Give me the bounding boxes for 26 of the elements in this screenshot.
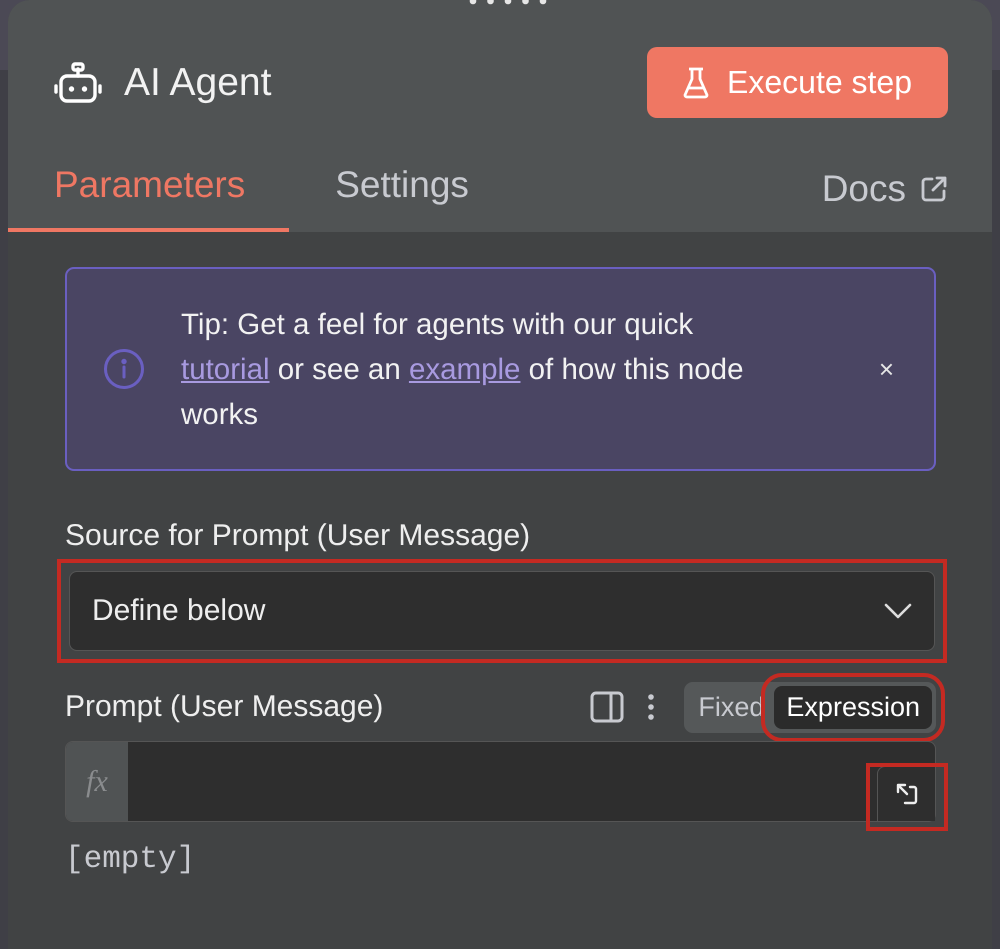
- tip-text: Tip: Get a feel for agents with our quick tutorial or see an example of how this node works: [181, 306, 744, 432]
- info-icon: [103, 348, 145, 390]
- close-button[interactable]: ×: [878, 354, 894, 384]
- docs-link[interactable]: Docs: [822, 168, 948, 232]
- tab[interactable]: Settings: [289, 164, 513, 232]
- chevron-down-icon: [884, 603, 912, 619]
- field-label: Source for Prompt (User Message): [65, 519, 532, 553]
- field-label: Prompt (User Message): [65, 690, 384, 724]
- example-link[interactable]: example: [408, 352, 520, 386]
- side-panel-icon[interactable]: [590, 691, 624, 723]
- prompt-input[interactable]: fx: [65, 741, 936, 822]
- execute-step-button[interactable]: Execute step: [647, 47, 948, 118]
- expression-prefix: fx: [66, 742, 128, 821]
- expand-button[interactable]: [877, 766, 935, 821]
- panel-title: AI Agent: [124, 60, 272, 104]
- external-link-icon: [920, 175, 948, 203]
- flask-icon: [683, 66, 709, 98]
- mode-option[interactable]: Expression: [774, 686, 932, 728]
- source-dropdown[interactable]: Define below: [69, 571, 935, 651]
- tab[interactable]: Parameters: [8, 164, 290, 232]
- expand-icon: [896, 783, 918, 805]
- tutorial-link[interactable]: tutorial: [181, 352, 270, 386]
- dropdown-value: Define below: [92, 594, 266, 628]
- robot-icon: [54, 62, 102, 104]
- more-options-icon[interactable]: [648, 694, 654, 720]
- result-preview: [empty]: [65, 842, 196, 877]
